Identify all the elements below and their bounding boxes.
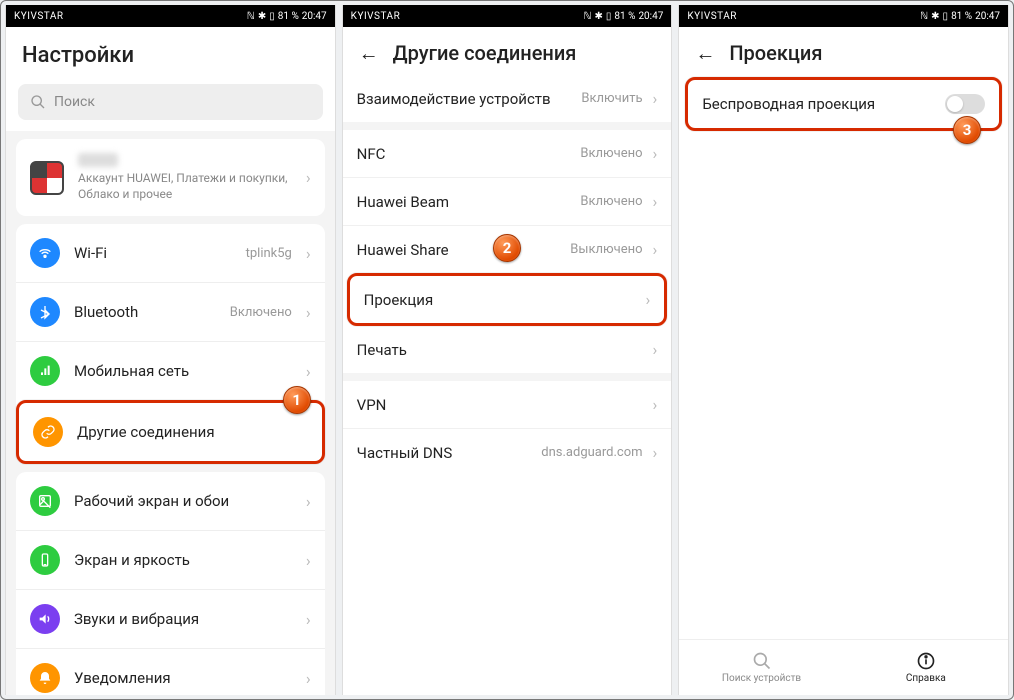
row-wifi[interactable]: Wi-Fi tplink5g › — [16, 224, 325, 282]
battery-text: 81 % — [614, 11, 635, 22]
row-wireless-projection[interactable]: Беспроводная проекция — [688, 80, 999, 128]
bottom-tabs: Поиск устройств Справка — [679, 639, 1008, 695]
chevron-right-icon: › — [646, 290, 651, 309]
battery-icon: ▯ — [943, 11, 949, 22]
info-icon — [916, 651, 936, 671]
row-sounds[interactable]: Звуки и вибрация › — [16, 589, 325, 648]
tab-search-devices[interactable]: Поиск устройств — [679, 640, 843, 695]
back-button[interactable]: ← — [695, 43, 715, 63]
battery-icon: ▯ — [269, 11, 275, 22]
bluetooth-icon — [30, 297, 60, 327]
status-carrier: KYIVSTAR — [687, 11, 916, 22]
panel-projection: KYIVSTAR ℕ ✱ ▯ 81 % 20:47 ← Проекция Бес… — [678, 5, 1009, 695]
row-projection[interactable]: Проекция › — [350, 276, 665, 323]
chevron-right-icon: › — [306, 362, 311, 381]
row-display[interactable]: Экран и яркость › — [16, 530, 325, 589]
panel-settings: KYIVSTAR ℕ ✱ ▯ 81 % 20:47 Настройки Поис… — [5, 5, 336, 695]
chevron-right-icon: › — [306, 610, 311, 629]
bluetooth-icon: ✱ — [258, 11, 266, 22]
row-vpn[interactable]: VPN › — [343, 381, 672, 428]
page-title: Настройки — [6, 27, 335, 78]
chevron-right-icon: › — [653, 443, 658, 462]
search-input[interactable]: Поиск — [18, 84, 323, 120]
image-icon — [30, 486, 60, 516]
row-share[interactable]: Huawei Share 2 Выключено › — [343, 225, 672, 273]
row-nfc[interactable]: NFC Включено › — [343, 130, 672, 177]
status-bar: KYIVSTAR ℕ ✱ ▯ 81 % 20:47 — [343, 5, 672, 27]
status-time: 20:47 — [302, 11, 327, 22]
row-device-interop[interactable]: Взаимодействие устройств Включить › — [343, 75, 672, 122]
tab-help[interactable]: Справка — [844, 640, 1008, 695]
status-time: 20:47 — [638, 11, 663, 22]
chevron-right-icon: › — [306, 244, 311, 263]
row-bluetooth[interactable]: Bluetooth Включено › — [16, 282, 325, 341]
wireless-projection-toggle[interactable] — [945, 94, 985, 114]
back-button[interactable]: ← — [359, 43, 379, 63]
panel-other-connections: KYIVSTAR ℕ ✱ ▯ 81 % 20:47 ← Другие соеди… — [342, 5, 673, 695]
chevron-right-icon: › — [653, 89, 658, 108]
account-sub: Аккаунт HUAWEI, Платежи и покупки, Облак… — [78, 171, 292, 202]
row-beam[interactable]: Huawei Beam Включено › — [343, 177, 672, 225]
search-placeholder: Поиск — [54, 94, 95, 110]
callout-1: 1 — [283, 386, 311, 414]
status-bar: KYIVSTAR ℕ ✱ ▯ 81 % 20:47 — [6, 5, 335, 27]
link-icon — [33, 417, 63, 447]
phone-icon — [30, 545, 60, 575]
page-title: ← Другие соединения — [343, 27, 672, 75]
row-dns[interactable]: Частный DNS dns.adguard.com › — [343, 428, 672, 476]
sound-icon — [30, 604, 60, 634]
row-home[interactable]: Рабочий экран и обои › — [16, 472, 325, 530]
callout-2: 2 — [493, 234, 521, 262]
account-name — [78, 153, 118, 167]
nfc-icon: ℕ — [583, 11, 591, 22]
bluetooth-icon: ✱ — [931, 11, 939, 22]
chevron-right-icon: › — [653, 144, 658, 163]
chevron-right-icon: › — [306, 669, 311, 688]
wifi-icon — [30, 238, 60, 268]
status-carrier: KYIVSTAR — [351, 11, 580, 22]
chevron-right-icon: › — [306, 492, 311, 511]
battery-icon: ▯ — [606, 11, 612, 22]
status-bar: KYIVSTAR ℕ ✱ ▯ 81 % 20:47 — [679, 5, 1008, 27]
chevron-right-icon: › — [653, 395, 658, 414]
row-other-connections[interactable]: Другие соединения › — [19, 403, 322, 461]
status-carrier: KYIVSTAR — [14, 11, 243, 22]
bluetooth-icon: ✱ — [594, 11, 602, 22]
chevron-right-icon: › — [653, 340, 658, 359]
callout-3: 3 — [953, 116, 981, 144]
battery-text: 81 % — [278, 11, 299, 22]
chevron-right-icon: › — [306, 303, 311, 322]
avatar — [30, 161, 64, 195]
chevron-right-icon: › — [653, 192, 658, 211]
row-print[interactable]: Печать › — [343, 326, 672, 373]
row-account[interactable]: Аккаунт HUAWEI, Платежи и покупки, Облак… — [16, 139, 325, 216]
search-icon — [752, 651, 772, 671]
page-title: ← Проекция — [679, 27, 1008, 75]
nfc-icon: ℕ — [247, 11, 255, 22]
row-notifications[interactable]: Уведомления › — [16, 648, 325, 695]
bell-icon — [30, 663, 60, 693]
chevron-right-icon: › — [306, 168, 311, 187]
signal-icon — [30, 356, 60, 386]
row-mobile[interactable]: Мобильная сеть › 1 — [16, 341, 325, 400]
search-icon — [30, 94, 46, 110]
nfc-icon: ℕ — [920, 11, 928, 22]
chevron-right-icon: › — [653, 240, 658, 259]
chevron-right-icon: › — [306, 551, 311, 570]
battery-text: 81 % — [951, 11, 972, 22]
status-time: 20:47 — [975, 11, 1000, 22]
